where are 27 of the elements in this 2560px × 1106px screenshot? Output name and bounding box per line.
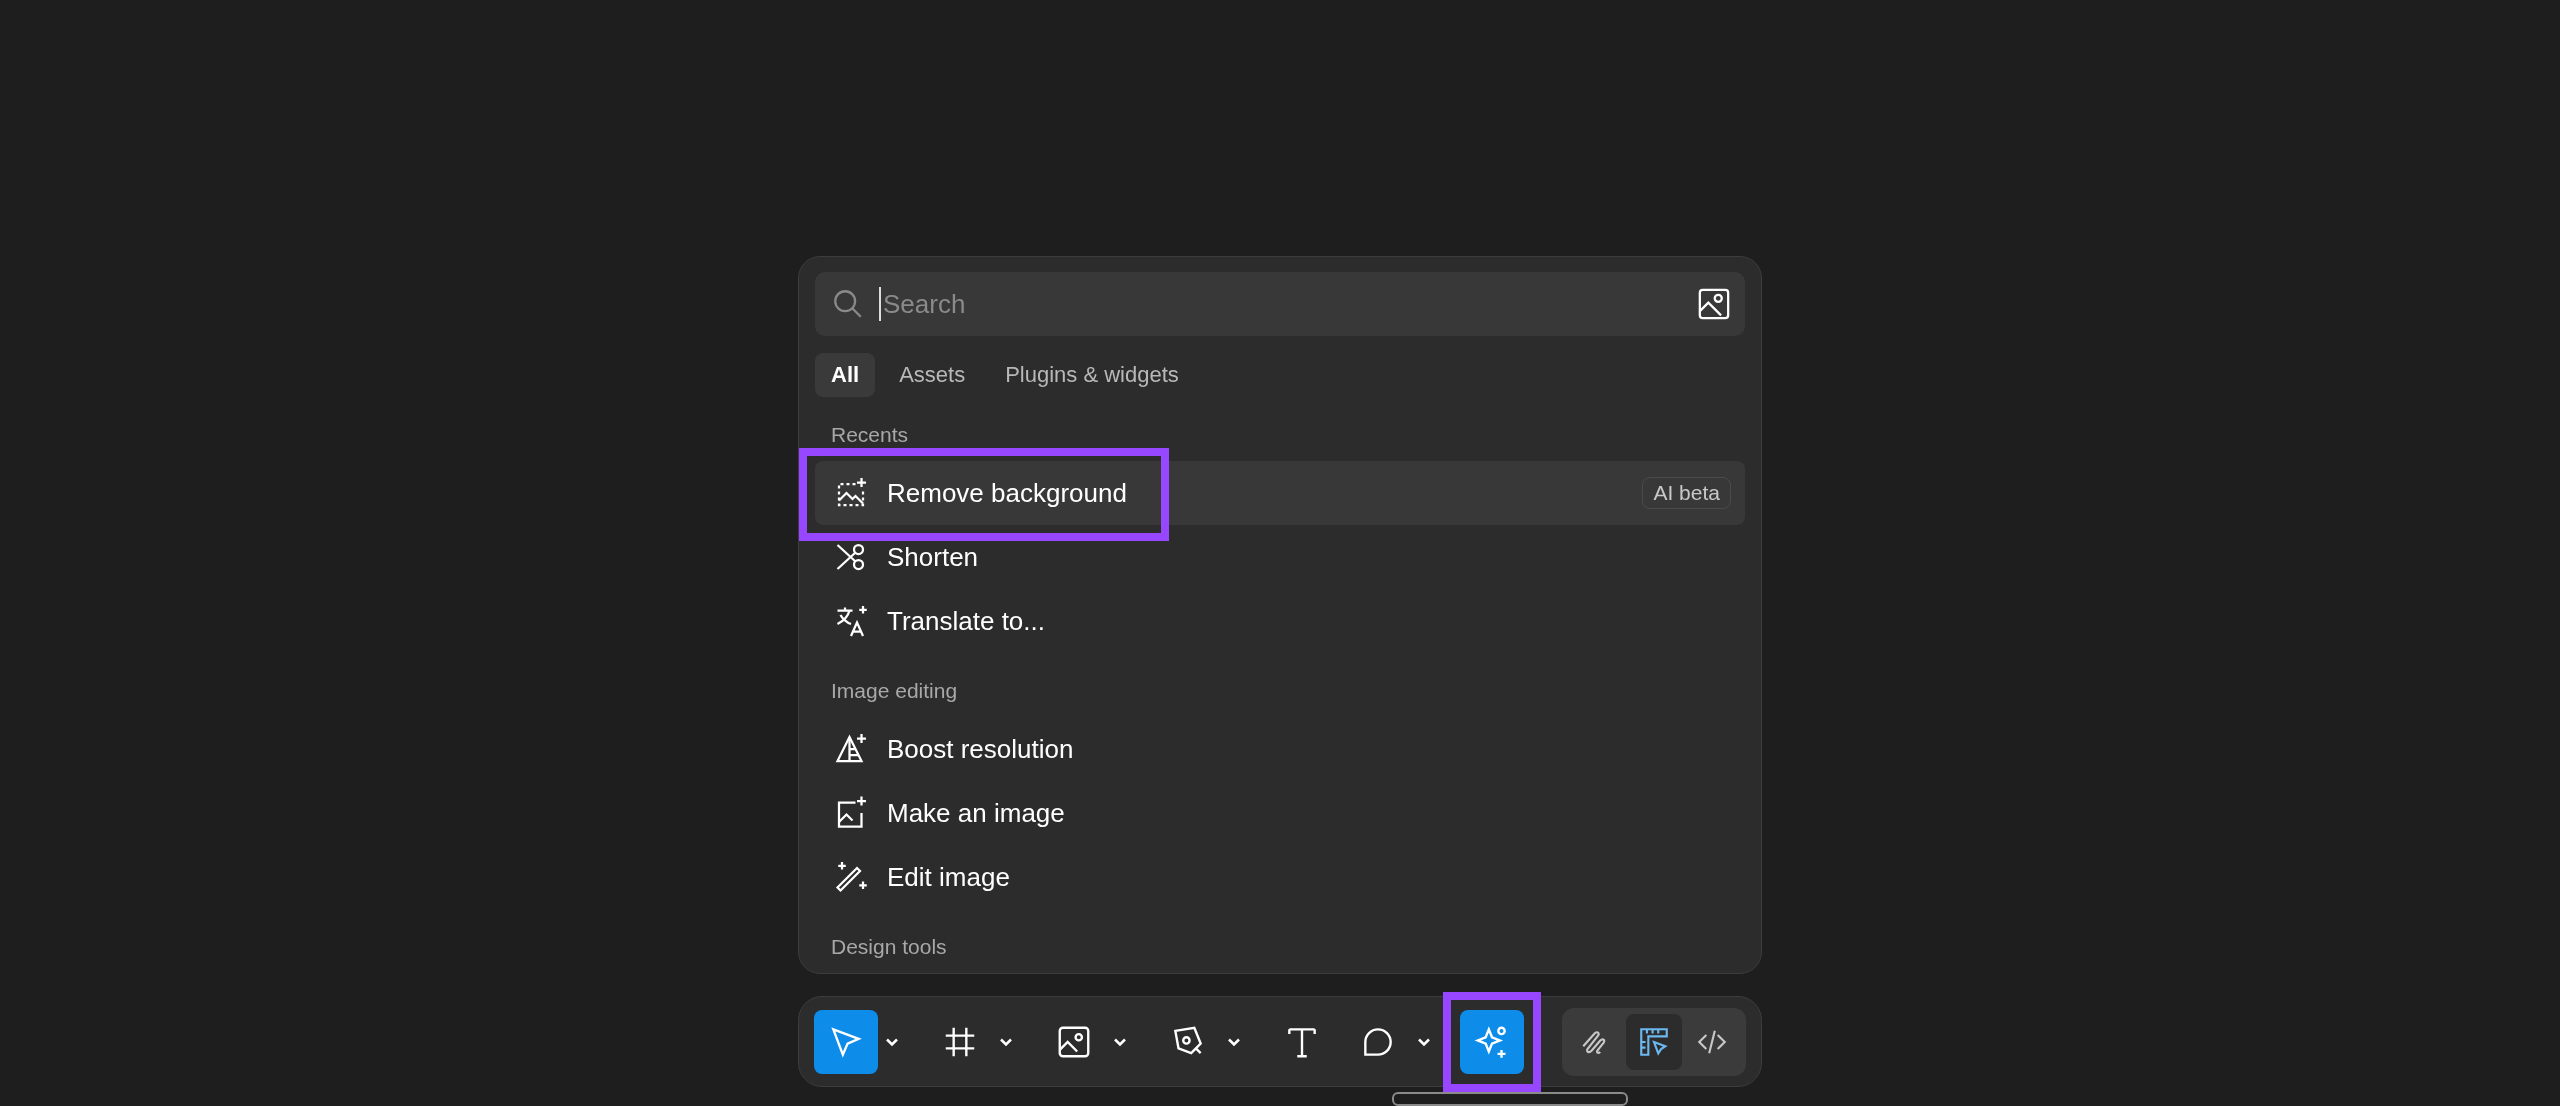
ai-beta-badge: AI beta (1642, 477, 1731, 509)
scroll-handle[interactable] (1392, 1092, 1628, 1106)
menu-item[interactable]: Remove background AI beta (815, 461, 1745, 525)
menu-item-label: Make an image (887, 797, 1066, 829)
section-heading: Image editing (830, 678, 959, 704)
menu-item[interactable]: Make an image (815, 781, 1745, 845)
menu-item[interactable]: Edit image (815, 845, 1745, 909)
mode-button[interactable] (1626, 1013, 1682, 1070)
menu-item-label: Translate to... (887, 605, 1046, 637)
search-bar[interactable]: Search (815, 272, 1745, 336)
filter-tab[interactable]: All (815, 353, 876, 397)
filter-tab[interactable]: Plugins & widgets (989, 353, 1195, 397)
section-heading: Design tools (830, 934, 948, 960)
menu-item-label: Remove background (887, 477, 1128, 509)
menu-item[interactable]: Shorten (815, 525, 1745, 589)
tool-button[interactable] (1460, 1009, 1524, 1074)
wand-icon (833, 859, 869, 895)
filter-tab[interactable]: Assets (883, 353, 982, 397)
menu-item[interactable]: Boost resolution (815, 717, 1745, 781)
menu-item-label: Edit image (887, 861, 1011, 893)
section-heading: Recents (830, 422, 910, 448)
menu-item[interactable]: Translate to... (815, 589, 1745, 653)
tool-button[interactable] (814, 1009, 878, 1074)
search-field[interactable]: Search (879, 287, 1683, 321)
menu-item-label: Boost resolution (887, 733, 1075, 765)
image-icon[interactable] (1697, 287, 1731, 321)
menu-item-label: Shorten (887, 541, 980, 573)
